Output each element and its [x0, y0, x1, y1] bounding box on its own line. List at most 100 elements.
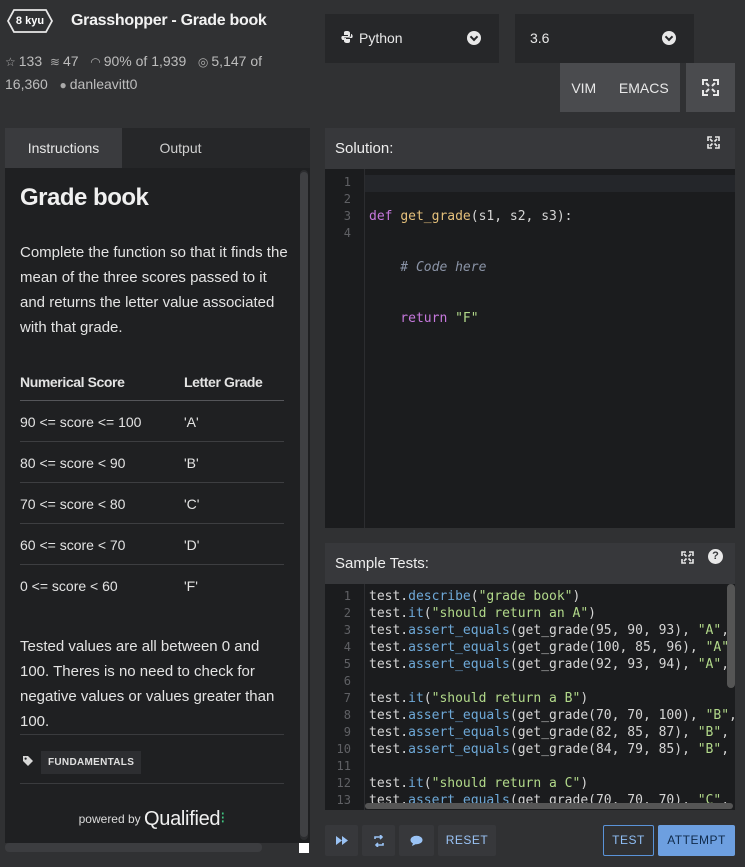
code-line: test.assert_equals(get_grade(84, 79, 85)… [369, 742, 730, 757]
kata-title[interactable]: Grasshopper - Grade book [71, 12, 267, 30]
powered-by-label: powered by [78, 812, 141, 826]
solution-title: Solution: [335, 140, 394, 157]
emacs-button[interactable]: EMACS [619, 80, 669, 96]
fast-forward-icon [335, 836, 348, 845]
layers-icon[interactable]: ≋ [50, 55, 60, 69]
vim-button[interactable]: VIM [571, 80, 596, 96]
table-header: Numerical Score [20, 374, 125, 390]
shuffle-icon [373, 834, 384, 848]
kata-stats: ☆ 133 ≋ 47 ◠ 90% of 1,939 ◎ 5,147 of 16,360 … [5, 50, 305, 96]
line-number: 3 [343, 623, 351, 637]
author-link[interactable]: danleavitt0 [70, 76, 138, 92]
line-number: 10 [336, 742, 351, 756]
table-cell: 'B' [184, 455, 199, 471]
completed-count: 5,147 [211, 53, 247, 69]
table-cell: 'F' [184, 578, 198, 594]
left-tabs: Instructions Output [5, 128, 310, 168]
language-select[interactable]: Python [325, 14, 499, 63]
fullscreen-icon[interactable] [681, 551, 694, 564]
table-header: Letter Grade [184, 374, 263, 390]
code-line: test.it("should return a C") [369, 776, 589, 791]
tags-row: FUNDAMENTALS [20, 734, 284, 784]
instructions-scrollbar[interactable] [300, 170, 308, 840]
completed-of: of [246, 53, 263, 69]
tag-fundamentals[interactable]: FUNDAMENTALS [41, 751, 142, 774]
code-line: test.assert_equals(get_grade(82, 85, 87)… [369, 725, 730, 740]
line-number: 8 [343, 708, 351, 722]
table-cell: 'D' [184, 537, 200, 553]
fast-forward-button[interactable] [325, 825, 358, 856]
instructions-heading: Grade book [20, 184, 149, 211]
instructions-intro: Complete the function so that it finds t… [20, 244, 288, 336]
line-number: 4 [343, 640, 351, 654]
table-cell: 80 <= score < 90 [20, 455, 126, 471]
line-number: 13 [336, 793, 351, 807]
version-label: 3.6 [530, 30, 550, 46]
tests-title: Sample Tests: [335, 555, 429, 572]
help-icon[interactable]: ? [708, 549, 723, 564]
user-icon: ● [59, 78, 67, 92]
code-line: test.assert_equals(get_grade(100, 85, 96… [369, 640, 735, 655]
test-button[interactable]: TEST [603, 825, 654, 856]
instructions-hscrollbar[interactable] [5, 843, 262, 852]
reset-button[interactable]: RESET [438, 825, 496, 856]
qualified-logo-mark: ⁝ [220, 810, 226, 827]
table-cell: 0 <= score < 60 [20, 578, 118, 594]
line-number: 2 [343, 192, 351, 206]
line-number: 11 [336, 759, 351, 773]
star-icon[interactable]: ☆ [5, 55, 16, 69]
satisfaction-of: of 1,939 [131, 53, 187, 69]
line-number: 1 [343, 175, 351, 189]
line-gutter: 1 2 3 4 5 6 7 8 9 10 11 12 13 [325, 584, 365, 810]
tests-hscrollbar[interactable] [365, 803, 733, 809]
powered-by[interactable]: powered by Qualified⁝ [20, 808, 284, 831]
tests-code: test.describe("grade book") test.it("shou… [369, 588, 735, 809]
code-line: test.it("should return a B") [369, 691, 589, 706]
shuffle-button[interactable] [362, 825, 395, 856]
fullscreen-icon[interactable] [707, 136, 720, 149]
solution-editor[interactable]: 1 2 3 4 def get_grade(s1, s2, s3): # Cod… [325, 169, 735, 528]
target-icon: ◎ [197, 55, 209, 69]
table-cell: 70 <= score < 80 [20, 496, 126, 512]
line-number: 9 [343, 725, 351, 739]
line-gutter: 1 2 3 4 [325, 169, 365, 528]
tab-output[interactable]: Output [122, 128, 239, 168]
table-cell: 'A' [184, 414, 199, 430]
tag-icon [23, 756, 33, 766]
table-cell: 'C' [184, 496, 200, 512]
fullscreen-button[interactable] [686, 63, 735, 112]
code-line: test.assert_equals(get_grade(70, 70, 100… [369, 708, 735, 723]
tests-editor[interactable]: 1 2 3 4 5 6 7 8 9 10 11 12 13 test.descr… [325, 584, 735, 810]
tests-scrollbar[interactable] [727, 584, 735, 688]
table-row: 90 <= score <= 100 'A' [20, 401, 284, 442]
rank-label: 8 kyu [15, 15, 45, 27]
tab-instructions[interactable]: Instructions [5, 128, 122, 168]
table-row: 80 <= score < 90 'B' [20, 442, 284, 483]
version-select[interactable]: 3.6 [515, 14, 694, 63]
table-row: 0 <= score < 60 'F' [20, 565, 284, 606]
scroll-corner [299, 843, 309, 853]
attempt-button[interactable]: ATTEMPT [658, 825, 735, 856]
solution-code: def get_grade(s1, s2, s3): # Code here r… [369, 174, 573, 412]
code-line: return "F" [369, 311, 479, 326]
instructions-outro: Tested values are all between 0 and 100.… [20, 638, 275, 730]
fullscreen-icon [702, 79, 719, 96]
code-line: test.assert_equals(get_grade(92, 93, 94)… [369, 657, 730, 672]
eye-icon: ◠ [90, 55, 101, 69]
scrollbar-thumb[interactable] [300, 172, 308, 837]
table-cell: 60 <= score < 70 [20, 537, 126, 553]
python-icon [341, 31, 353, 43]
chevron-down-icon [662, 31, 676, 45]
table-header-row: Numerical Score Letter Grade [20, 361, 284, 401]
rank-badge: 8 kyu [7, 9, 53, 33]
solution-header: Solution: [325, 128, 735, 169]
line-number: 7 [343, 691, 351, 705]
code-line: test.describe("grade book") [369, 589, 581, 604]
stars-count: 133 [18, 53, 43, 69]
completed-total: 16,360 [5, 76, 48, 92]
tests-header: Sample Tests: ? [325, 543, 735, 584]
code-line: test.it("should return an A") [369, 606, 596, 621]
discuss-button[interactable] [399, 825, 434, 856]
line-number: 2 [343, 606, 351, 620]
